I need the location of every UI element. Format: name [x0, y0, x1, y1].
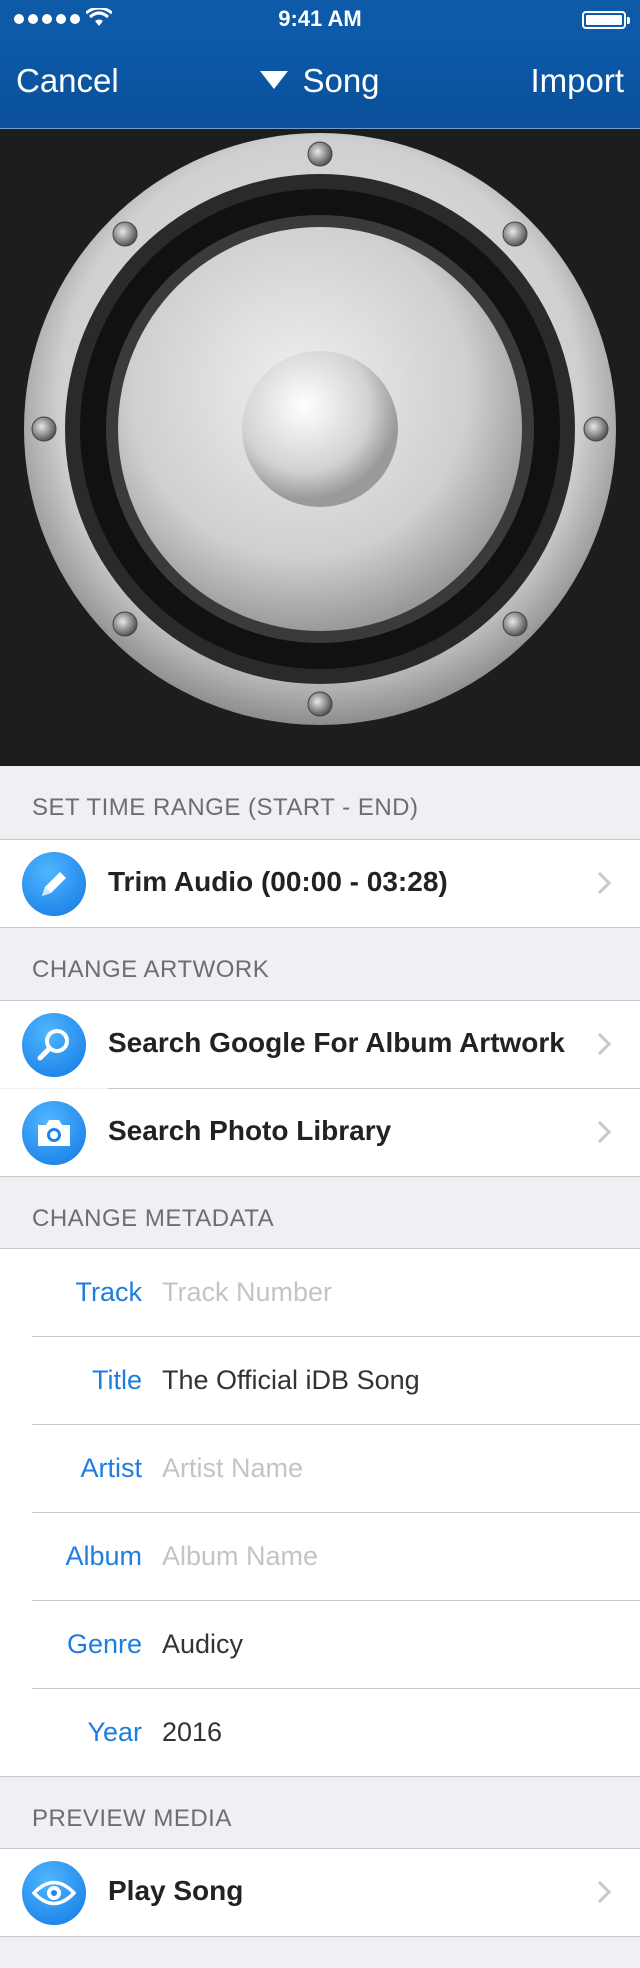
chevron-right-icon — [597, 1880, 612, 1904]
metadata-row-title[interactable]: Title The Official iDB Song — [0, 1337, 640, 1425]
magnifier-icon — [22, 1013, 86, 1077]
chevron-right-icon — [597, 871, 612, 895]
track-field[interactable]: Track Number — [162, 1277, 332, 1308]
search-photo-library-label: Search Photo Library — [108, 1115, 392, 1146]
title-label: Title — [91, 1365, 142, 1395]
section-header-artwork: CHANGE ARTWORK — [0, 928, 640, 1000]
camera-icon — [22, 1101, 86, 1165]
status-bar: 9:41 AM — [0, 0, 640, 40]
search-google-label: Search Google For Album Artwork — [108, 1027, 565, 1058]
battery-icon — [582, 11, 630, 29]
title-field[interactable]: The Official iDB Song — [162, 1365, 420, 1396]
play-song-label: Play Song — [108, 1875, 244, 1906]
trim-audio-label: Trim Audio (00:00 - 03:28) — [108, 866, 448, 897]
genre-label: Genre — [66, 1629, 142, 1659]
play-song-row[interactable]: Play Song — [0, 1849, 640, 1936]
metadata-row-genre[interactable]: Genre Audicy — [0, 1601, 640, 1689]
track-label: Track — [75, 1277, 143, 1307]
metadata-row-track[interactable]: Track Track Number — [0, 1249, 640, 1337]
media-type-label: Song — [302, 62, 380, 99]
speaker-artwork-image — [24, 133, 616, 725]
album-artwork — [0, 129, 640, 766]
album-field[interactable]: Album Name — [162, 1541, 318, 1572]
metadata-row-year[interactable]: Year 2016 — [0, 1689, 640, 1777]
album-label: Album — [65, 1541, 142, 1571]
section-header-metadata: CHANGE METADATA — [0, 1177, 640, 1249]
artist-label: Artist — [80, 1453, 142, 1483]
artist-field[interactable]: Artist Name — [162, 1453, 303, 1484]
trim-audio-row[interactable]: Trim Audio (00:00 - 03:28) — [0, 840, 640, 927]
metadata-row-artist[interactable]: Artist Artist Name — [0, 1425, 640, 1513]
year-field[interactable]: 2016 — [162, 1717, 222, 1748]
chevron-right-icon — [597, 1032, 612, 1056]
section-header-time-range: SET TIME RANGE (START - END) — [0, 766, 640, 838]
search-google-artwork-row[interactable]: Search Google For Album Artwork — [0, 1001, 640, 1088]
status-time: 9:41 AM — [278, 6, 362, 31]
genre-field[interactable]: Audicy — [162, 1629, 243, 1660]
divider — [0, 1936, 640, 1937]
year-label: Year — [87, 1717, 142, 1747]
search-photo-library-row[interactable]: Search Photo Library — [0, 1089, 640, 1176]
navigation-bar: Cancel Song Import — [0, 40, 640, 129]
section-header-preview: PREVIEW MEDIA — [0, 1777, 640, 1849]
dropdown-triangle-icon — [260, 71, 289, 90]
chevron-right-icon — [597, 1120, 612, 1144]
metadata-row-album[interactable]: Album Album Name — [0, 1513, 640, 1601]
pencil-icon — [22, 852, 86, 916]
eye-icon — [22, 1861, 86, 1925]
import-button[interactable]: Import — [530, 62, 624, 100]
